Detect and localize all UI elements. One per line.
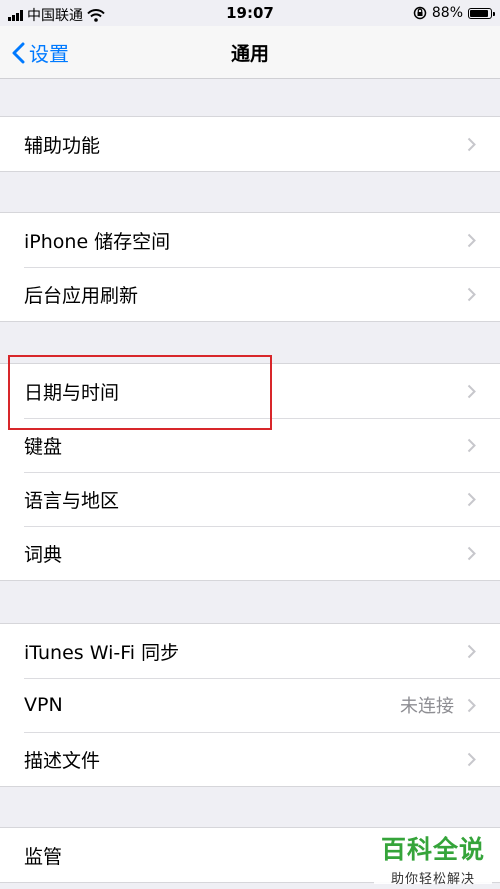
row-label: 监管 (24, 845, 63, 868)
chevron-right-icon (467, 384, 476, 399)
row-keyboard[interactable]: 键盘 (0, 418, 500, 472)
settings-group-locale: 日期与时间 键盘 语言与地区 词典 (0, 363, 500, 581)
watermark-logo: 百科全说 助你轻松解决 (374, 828, 492, 887)
watermark-subtitle: 助你轻松解决 (390, 872, 475, 887)
chevron-right-icon (467, 492, 476, 507)
chevron-right-icon (467, 287, 476, 302)
row-label: iPhone 储存空间 (24, 230, 171, 253)
page-title: 通用 (230, 43, 269, 65)
nav-bar: 设置 通用 (0, 26, 500, 79)
row-label: 词典 (24, 543, 63, 566)
chevron-right-icon (467, 137, 476, 152)
row-iphone-storage[interactable]: iPhone 储存空间 (0, 213, 500, 267)
row-label: 日期与时间 (24, 381, 120, 404)
row-itunes-wifi-sync[interactable]: iTunes Wi-Fi 同步 (0, 624, 500, 678)
settings-group-accessibility: 辅助功能 (0, 116, 500, 172)
row-background-app-refresh[interactable]: 后台应用刷新 (0, 267, 500, 321)
battery-icon (468, 7, 495, 19)
chevron-right-icon (467, 698, 476, 713)
row-dictionary[interactable]: 词典 (0, 526, 500, 580)
row-label: VPN (24, 694, 63, 716)
row-label: 描述文件 (24, 749, 101, 772)
row-label: 语言与地区 (24, 489, 120, 512)
vpn-status-value: 未连接 (400, 696, 454, 717)
chevron-right-icon (467, 546, 476, 561)
settings-group-sync: iTunes Wi-Fi 同步 VPN 未连接 描述文件 (0, 623, 500, 787)
row-date-time[interactable]: 日期与时间 (0, 364, 500, 418)
settings-group-storage: iPhone 储存空间 后台应用刷新 (0, 212, 500, 322)
orientation-lock-icon (413, 6, 427, 20)
row-label: 键盘 (24, 435, 63, 458)
row-language-region[interactable]: 语言与地区 (0, 472, 500, 526)
row-label: 后台应用刷新 (24, 284, 139, 307)
status-bar: 中国联通 19:07 88% (0, 0, 500, 26)
row-accessibility[interactable]: 辅助功能 (0, 117, 500, 171)
watermark-title: 百科全说 (380, 835, 485, 864)
chevron-right-icon (467, 233, 476, 248)
row-profiles[interactable]: 描述文件 (0, 732, 500, 786)
row-vpn[interactable]: VPN 未连接 (0, 678, 500, 732)
row-label: iTunes Wi-Fi 同步 (24, 641, 180, 664)
row-label: 辅助功能 (24, 134, 101, 157)
chevron-right-icon (467, 644, 476, 659)
chevron-right-icon (467, 438, 476, 453)
battery-percent: 88% (431, 5, 463, 21)
chevron-right-icon (467, 752, 476, 767)
